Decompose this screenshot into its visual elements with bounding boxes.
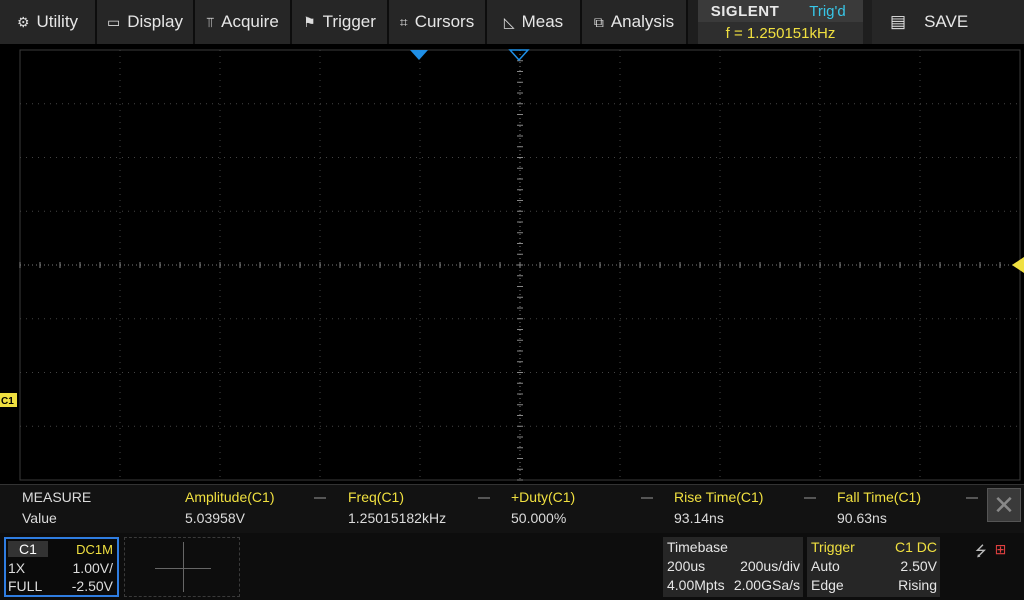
channel-row: 1X 1.00V/ bbox=[8, 560, 113, 576]
frequency-counter: f = 1.250151kHz bbox=[698, 22, 863, 44]
cursors-icon: ⌗ bbox=[399, 13, 408, 30]
menu-cursors[interactable]: ⌗ Cursors bbox=[389, 0, 487, 44]
channel1-info[interactable]: C1 DC1M 1X 1.00V/ FULL -2.50V bbox=[4, 537, 119, 597]
divider bbox=[314, 497, 326, 499]
menu-cursors-label: Cursors bbox=[414, 12, 475, 31]
measure-close-button[interactable]: ✕ bbox=[987, 488, 1021, 522]
menu-meas[interactable]: ◺ Meas bbox=[487, 0, 582, 44]
timebase-title: Timebase bbox=[667, 539, 728, 555]
menu-display[interactable]: ▭ Display bbox=[97, 0, 195, 44]
channel1-ground-marker[interactable]: C1 bbox=[0, 393, 17, 407]
bottom-status-bar: C1 DC1M 1X 1.00V/ FULL -2.50V Timebase 2… bbox=[0, 533, 1024, 600]
siglent-logo: SIGLENT bbox=[698, 0, 792, 22]
timebase-scale: 200us/div bbox=[740, 558, 800, 574]
close-icon: ✕ bbox=[993, 489, 1015, 520]
trigger-source: C1 DC bbox=[894, 539, 937, 555]
measure-duty-name[interactable]: +Duty(C1) bbox=[511, 489, 575, 505]
channel-row: FULL -2.50V bbox=[8, 578, 113, 594]
trigger-type: Edge bbox=[811, 577, 844, 593]
flag-icon: ⚑ bbox=[303, 13, 316, 30]
menu-analysis-label: Analysis bbox=[610, 12, 675, 31]
menu-display-label: Display bbox=[127, 12, 183, 31]
menu-trigger[interactable]: ⚑ Trigger bbox=[292, 0, 389, 44]
measure-amplitude-value: 5.03958V bbox=[185, 510, 245, 526]
status-icons: ⭍ ⊞ bbox=[975, 541, 1006, 565]
measure-panel: MEASURE Value Amplitude(C1) 5.03958V Fre… bbox=[0, 484, 1024, 533]
trigger-level: 2.50V bbox=[900, 558, 937, 574]
measure-freq-value: 1.25015182kHz bbox=[348, 510, 447, 526]
channel-tag: C1 bbox=[8, 541, 48, 557]
top-menu-bar: ⚙ Utility ▭ Display ⫪ Acquire ⚑ Trigger … bbox=[0, 0, 1024, 44]
trigger-mode: Auto bbox=[811, 558, 840, 574]
trigger-title: Trigger bbox=[811, 539, 855, 555]
measure-duty-value: 50.000% bbox=[511, 510, 567, 526]
save-icon: ▤ bbox=[890, 12, 907, 31]
menu-utility[interactable]: ⚙ Utility bbox=[0, 0, 97, 44]
graticule bbox=[19, 49, 1021, 481]
delay-marker[interactable] bbox=[508, 49, 530, 62]
trigger-info[interactable]: Trigger C1 DC Auto 2.50V Edge Rising bbox=[807, 537, 940, 597]
menu-acquire[interactable]: ⫪ Acquire bbox=[195, 0, 292, 44]
measure-rise-value: 93.14ns bbox=[674, 510, 724, 526]
channel1-marker-label: C1 bbox=[1, 396, 14, 407]
menu-acquire-label: Acquire bbox=[221, 12, 279, 31]
network-icon: ⊞ bbox=[994, 541, 1007, 557]
menu-analysis[interactable]: ⧉ Analysis bbox=[582, 0, 688, 44]
ruler-icon: ◺ bbox=[503, 13, 515, 30]
timebase-memory: 4.00Mpts bbox=[667, 577, 725, 593]
gear-icon: ⚙ bbox=[16, 13, 30, 30]
plus-icon-vertical bbox=[183, 542, 184, 592]
channel-scale: 1.00V/ bbox=[72, 560, 113, 576]
channel-offset: -2.50V bbox=[71, 578, 113, 594]
channel-coupling: DC1M bbox=[76, 542, 113, 557]
divider bbox=[641, 497, 653, 499]
channel-probe: 1X bbox=[8, 560, 26, 576]
divider bbox=[804, 497, 816, 499]
acquire-icon: ⫪ bbox=[206, 13, 215, 30]
analysis-icon: ⧉ bbox=[593, 13, 604, 30]
trigger-slope: Rising bbox=[898, 577, 937, 593]
save-button[interactable]: ▤ SAVE bbox=[872, 0, 1024, 44]
trigger-position-marker[interactable] bbox=[410, 50, 428, 60]
divider bbox=[478, 497, 490, 499]
timebase-delay: 200us bbox=[667, 558, 706, 574]
save-label: SAVE bbox=[924, 12, 969, 31]
timebase-info[interactable]: Timebase 200us 200us/div 4.00Mpts 2.00GS… bbox=[663, 537, 803, 597]
timebase-sample-rate: 2.00GSa/s bbox=[733, 577, 800, 593]
measure-fall-value: 90.63ns bbox=[837, 510, 887, 526]
measure-freq-name[interactable]: Freq(C1) bbox=[348, 489, 404, 505]
waveform-display[interactable]: C1 bbox=[0, 44, 1024, 484]
menu-meas-label: Meas bbox=[521, 12, 564, 31]
menu-trigger-label: Trigger bbox=[322, 12, 376, 31]
trigger-status: Trig'd bbox=[792, 0, 863, 22]
trigger-level-marker[interactable] bbox=[1012, 257, 1024, 273]
monitor-icon: ▭ bbox=[107, 13, 121, 30]
measure-fall-name[interactable]: Fall Time(C1) bbox=[837, 489, 921, 505]
add-channel-slot[interactable] bbox=[124, 537, 240, 597]
status-box: SIGLENT Trig'd f = 1.250151kHz bbox=[698, 0, 863, 44]
measure-row-label: Value bbox=[22, 510, 57, 526]
channel-bandwidth: FULL bbox=[8, 578, 43, 594]
menu-utility-label: Utility bbox=[36, 12, 79, 31]
divider bbox=[966, 497, 978, 499]
usb-icon: ⭍ bbox=[975, 543, 987, 559]
measure-title: MEASURE bbox=[22, 489, 92, 505]
measure-rise-name[interactable]: Rise Time(C1) bbox=[674, 489, 763, 505]
measure-amplitude-name[interactable]: Amplitude(C1) bbox=[185, 489, 274, 505]
